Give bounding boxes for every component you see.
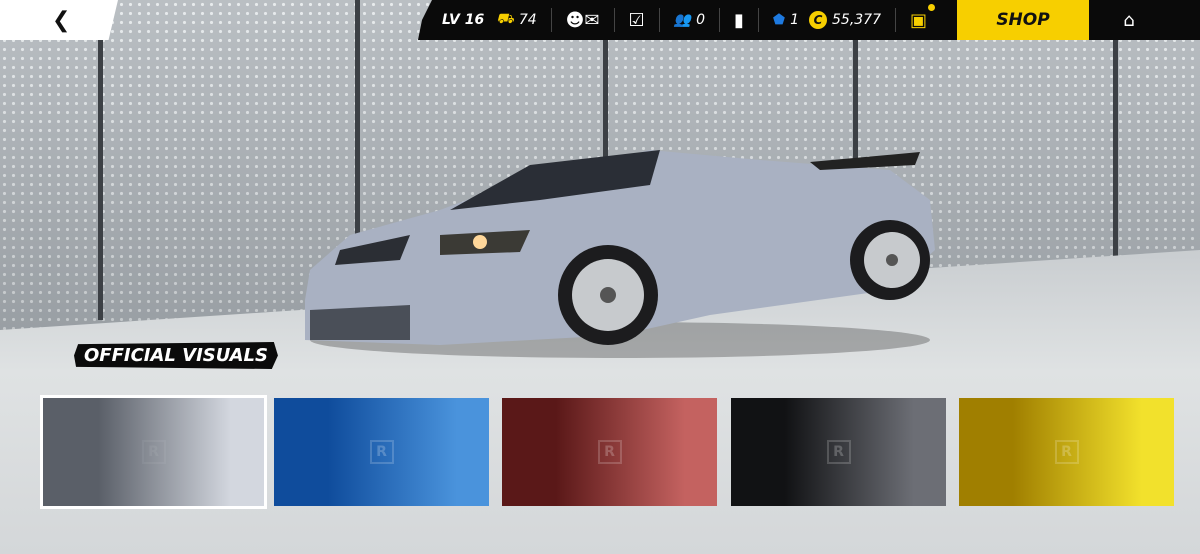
credits-icon: C [809,11,827,29]
garage-count[interactable]: ⛟ 74 [496,11,536,29]
official-visuals-badge: OFFICIAL VISUALS [74,342,278,369]
swatch-silver[interactable]: R [40,395,267,509]
profile-mail-icon[interactable]: ☻✉ [566,10,600,31]
clipboard-check-icon[interactable]: ☑ [629,10,645,31]
rarity-badge: R [1054,440,1079,464]
credits-counter[interactable]: C 55,377 [809,11,881,29]
tokens-counter[interactable]: ⬟ 1 [773,12,799,28]
rarity-badge: R [141,440,166,464]
friends-button[interactable]: 👥 0 [674,12,705,28]
back-button[interactable]: ❮ [0,0,118,40]
friends-icon: 👥 [673,12,692,28]
swatch-yellow[interactable]: R [959,398,1174,506]
wall-pole [98,0,103,320]
rarity-badge: R [597,440,622,464]
rarity-badge: R [826,440,851,464]
swatch-black[interactable]: R [731,398,946,506]
pack-icon[interactable]: ▣ [910,3,936,31]
swatch-red[interactable]: R [502,398,717,506]
home-button[interactable]: ⌂ [1089,0,1169,40]
top-bar: LV 16 ⛟ 74 ☻✉ ☑ 👥 0 ▮ ⬟ 1 C 55,377 ▣ SHOP ⌂ [418,0,1200,40]
car-icon: ⛟ [496,11,514,27]
chat-icon[interactable]: ▮ [734,10,744,31]
car-image[interactable] [290,140,950,360]
token-icon: ⬟ [772,12,786,28]
rarity-badge: R [369,440,394,464]
swatch-blue[interactable]: R [274,398,489,506]
home-icon: ⌂ [1123,9,1135,31]
player-level: LV 16 [442,12,485,28]
shop-button[interactable]: SHOP [957,0,1090,40]
chevron-left-icon: ❮ [52,7,71,33]
